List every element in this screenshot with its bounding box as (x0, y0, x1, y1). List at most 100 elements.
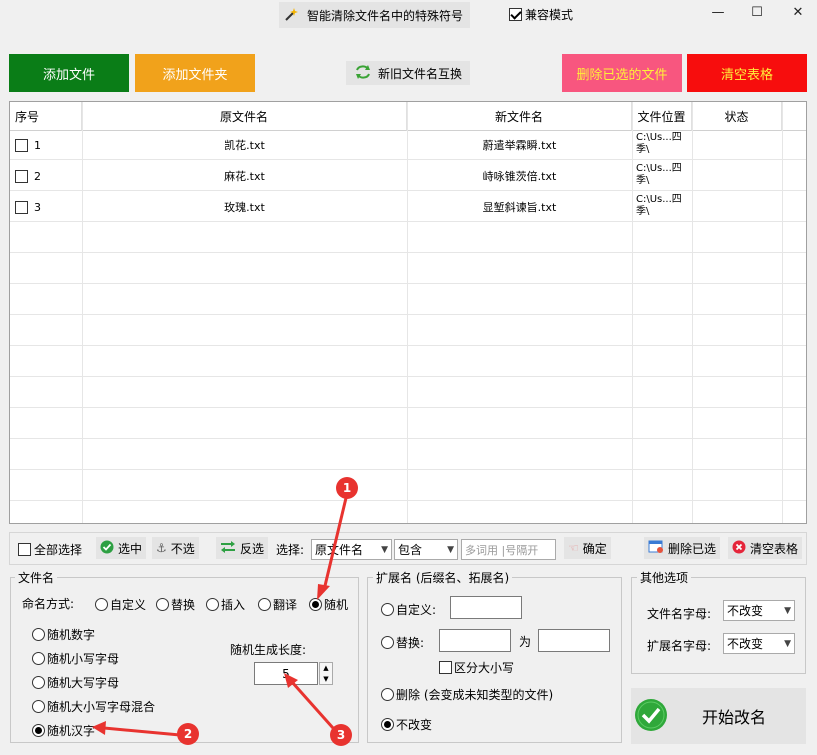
grid-line (782, 102, 783, 523)
compat-mode-checkbox[interactable]: 兼容模式 (509, 6, 573, 23)
random-uppercase-label: 随机大写字母 (47, 676, 120, 690)
maximize-icon[interactable]: ☐ (745, 5, 769, 20)
grid-line (10, 438, 806, 439)
filename-case-value: 不改变 (727, 604, 764, 618)
row-new-name: 蔚遣举霖瞬.txt (482, 139, 557, 152)
spin-up-icon[interactable]: ▲ (323, 664, 328, 672)
chevron-down-icon: ▼ (784, 605, 791, 616)
start-rename-button[interactable]: 开始改名 (631, 688, 806, 744)
ext-delete-label: 删除 (会变成未知类型的文件) (396, 688, 554, 702)
header-location[interactable]: 文件位置 (632, 102, 692, 131)
mode-replace-label: 替换 (171, 598, 196, 612)
filename-case-select[interactable]: 不改变 ▼ (723, 600, 795, 621)
random-length-spinner[interactable]: ▲ ▼ (319, 662, 333, 685)
grid-line (10, 376, 806, 377)
row-index: 2 (34, 169, 41, 183)
spin-down-icon[interactable]: ▼ (323, 675, 328, 683)
close-icon[interactable]: ✕ (786, 5, 810, 20)
ext-delete-radio[interactable]: 删除 (会变成未知类型的文件) (381, 686, 553, 703)
field-select[interactable]: 原文件名 ▼ (311, 539, 392, 560)
deselect-button[interactable]: ⚓ 不选 (152, 537, 199, 559)
add-file-button[interactable]: 添加文件 (9, 54, 129, 92)
keyword-input[interactable]: 多词用 |号隔开 (461, 539, 556, 560)
clear-table-small-button[interactable]: 清空表格 (728, 537, 803, 559)
confirm-button[interactable]: ☜ 确定 (564, 537, 611, 559)
ext-case-select[interactable]: 不改变 ▼ (723, 633, 795, 654)
row-index-cell[interactable]: 1 (15, 135, 41, 155)
chevron-down-icon: ▼ (784, 638, 791, 649)
row-index-cell[interactable]: 2 (15, 166, 41, 186)
annotation-marker-3: 3 (330, 724, 352, 746)
select-all-label: 全部选择 (34, 542, 83, 557)
delete-selected-button[interactable]: 删除已选 (644, 537, 721, 559)
random-length-label: 随机生成长度: (230, 643, 307, 657)
mode-translate-radio[interactable]: 翻译 (258, 596, 297, 613)
ext-replace-radio[interactable]: 替换: (381, 634, 424, 651)
filename-group-title: 文件名 (15, 569, 58, 586)
ext-custom-label: 自定义: (396, 603, 437, 617)
header-new-name[interactable]: 新文件名 (407, 102, 632, 131)
row-index-cell[interactable]: 3 (15, 197, 41, 217)
ext-replace-from-input[interactable] (439, 629, 511, 652)
grid-line (10, 469, 806, 470)
add-folder-button[interactable]: 添加文件夹 (135, 54, 255, 92)
row-original-name: 凯花.txt (224, 139, 265, 152)
minimize-icon[interactable]: — (706, 5, 730, 20)
random-mixed-case-radio[interactable]: 随机大小写字母混合 (32, 698, 155, 715)
header-status[interactable]: 状态 (692, 102, 782, 131)
random-digits-radio[interactable]: 随机数字 (32, 626, 95, 643)
row-status (696, 166, 780, 186)
swap-names-button[interactable]: 新旧文件名互换 (346, 61, 470, 85)
clear-table-button[interactable]: 清空表格 (687, 54, 807, 92)
match-select[interactable]: 包含 ▼ (394, 539, 458, 560)
mode-random-label: 随机 (324, 598, 349, 612)
ext-custom-radio[interactable]: 自定义: (381, 601, 436, 618)
header-original-name[interactable]: 原文件名 (82, 102, 407, 131)
annotation-marker-1: 1 (336, 477, 358, 499)
grid-line (10, 252, 806, 253)
ext-unchanged-radio[interactable]: 不改变 (381, 716, 432, 733)
row-checkbox[interactable] (15, 138, 28, 152)
select-all-box[interactable] (18, 542, 31, 556)
case-sensitive-checkbox[interactable]: 区分大小写 (439, 659, 514, 676)
mode-custom-radio[interactable]: 自定义 (95, 596, 146, 613)
row-index: 1 (34, 138, 41, 152)
random-lowercase-radio[interactable]: 随机小写字母 (32, 650, 119, 667)
hand-pointer-icon: ☜ (568, 541, 579, 555)
row-location: C:\Us...四季\ (636, 194, 682, 217)
grid-line (632, 102, 633, 523)
grid-line (10, 159, 806, 160)
mode-custom-label: 自定义 (110, 598, 147, 612)
header-index[interactable]: 序号 (10, 102, 82, 131)
ext-replace-to-input[interactable] (538, 629, 610, 652)
annotation-marker-2: 2 (177, 723, 199, 745)
row-checkbox[interactable] (15, 169, 28, 183)
select-all-checkbox[interactable]: 全部选择 (18, 537, 82, 561)
compat-checkbox-box[interactable] (509, 8, 522, 21)
window-title-box: 智能清除文件名中的特殊符号 (279, 2, 470, 28)
random-length-input[interactable]: 5 (254, 662, 318, 685)
random-mixed-case-label: 随机大小写字母混合 (47, 700, 156, 714)
chevron-down-icon: ▼ (447, 544, 454, 555)
delete-selected-files-button[interactable]: 删除已选的文件 (562, 54, 682, 92)
row-location: C:\Us...四季\ (636, 132, 682, 155)
random-chinese-radio[interactable]: 随机汉字 (32, 722, 95, 739)
header-filler (782, 102, 806, 131)
ext-case-value: 不改变 (727, 637, 764, 651)
mode-random-radio[interactable]: 随机 (309, 596, 348, 613)
mode-insert-radio[interactable]: 插入 (206, 596, 245, 613)
row-checkbox[interactable] (15, 200, 28, 214)
random-uppercase-radio[interactable]: 随机大写字母 (32, 674, 119, 691)
window-title: 智能清除文件名中的特殊符号 (307, 8, 464, 23)
mode-replace-radio[interactable]: 替换 (156, 596, 195, 613)
delete-window-icon (648, 540, 664, 557)
ext-custom-input[interactable] (450, 596, 522, 619)
match-select-value: 包含 (398, 543, 423, 557)
invert-button[interactable]: 反选 (216, 537, 269, 559)
big-check-icon (634, 698, 668, 735)
ext-replace-label: 替换: (396, 636, 425, 650)
row-status (696, 135, 780, 155)
select-button[interactable]: 选中 (96, 537, 147, 559)
grid-line (10, 314, 806, 315)
naming-mode-label: 命名方式: (22, 597, 75, 611)
